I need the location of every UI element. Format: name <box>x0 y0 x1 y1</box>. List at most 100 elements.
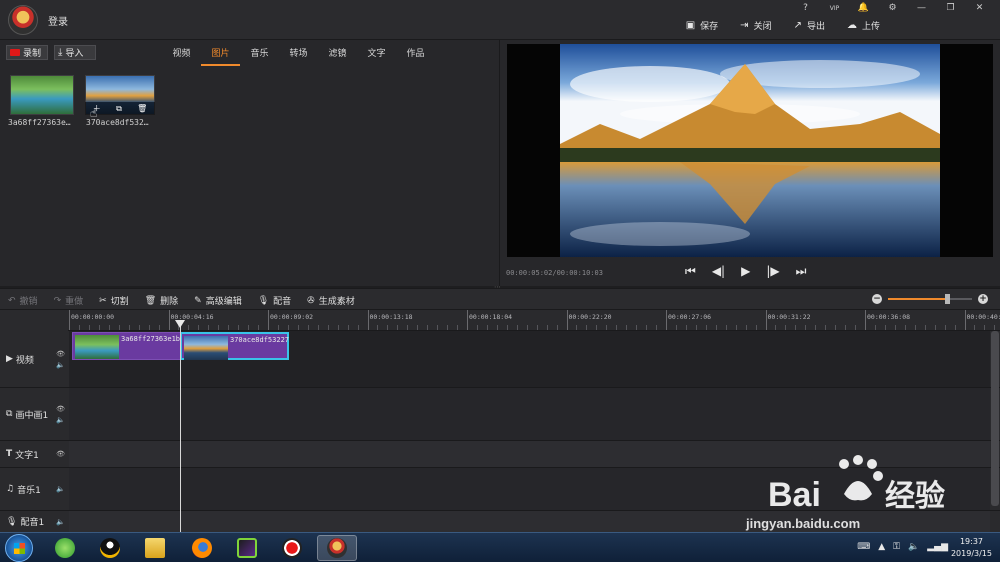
preview-screen <box>507 44 993 257</box>
help-icon[interactable]: ? <box>791 1 820 15</box>
taskbar-app-editor[interactable] <box>227 535 267 561</box>
timeline-clip[interactable]: 3a68ff27363e1b <box>72 332 184 360</box>
zoom-in-icon[interactable]: + <box>978 294 988 304</box>
speaker-icon[interactable]: 🔈 <box>56 518 65 526</box>
tab-transition[interactable]: 转场 <box>279 46 318 66</box>
taskbar-app-qq[interactable] <box>90 535 130 561</box>
tab-text[interactable]: 文字 <box>357 46 396 66</box>
skip-start-icon[interactable]: ⏮ <box>685 264 696 279</box>
track-lane[interactable] <box>69 441 990 467</box>
crop-icon[interactable]: ⧉ <box>116 104 122 114</box>
taskbar-app-explorer[interactable] <box>135 535 175 561</box>
ruler-minor-tick <box>258 325 260 330</box>
skip-end-icon[interactable]: ⏭ <box>796 264 807 279</box>
eye-icon[interactable]: 👁 <box>56 450 65 458</box>
export-button[interactable]: ↗ 导出 <box>794 19 825 32</box>
ruler-minor-tick <box>775 325 777 330</box>
microphone-icon: 🎙 <box>257 295 270 306</box>
track-video: ▶ 视频 👁 🔈 3a68ff27363e1b 370ace8df53227 <box>0 331 1000 388</box>
tray-expand-icon[interactable]: ▲ <box>878 542 885 552</box>
import-button[interactable]: ⤓ 导入 <box>54 45 96 60</box>
speaker-icon[interactable]: 🔈 <box>56 485 65 493</box>
zoom-slider-knob[interactable] <box>944 294 950 304</box>
ruler-tick-label: 00:00:09:02 <box>270 313 314 321</box>
undo-button[interactable]: ↶ 撤销 <box>8 294 38 308</box>
timeline-scrollbar[interactable] <box>991 331 999 506</box>
time-ruler[interactable]: 00:00:00:00 00:00:04:16 00:00:09:02 00:00:1… <box>68 310 1000 331</box>
maximize-icon[interactable]: ❐ <box>936 1 965 15</box>
close-icon[interactable]: ✕ <box>965 1 994 15</box>
clip-thumbnail <box>184 336 228 360</box>
taskbar-app-360[interactable] <box>45 535 85 561</box>
volume-icon[interactable]: 🔈 <box>908 542 919 552</box>
ruler-minor-tick <box>486 325 488 330</box>
track-lane[interactable] <box>69 468 990 510</box>
taskbar-app-video-editor[interactable] <box>317 535 357 561</box>
cut-button[interactable]: ✂ 切割 <box>99 294 129 308</box>
network-device-icon[interactable]: ⚿ <box>893 542 900 552</box>
timeline-clip-selected[interactable]: 370ace8df53227 <box>180 332 289 360</box>
minimize-icon[interactable]: — <box>907 1 936 15</box>
ruler-minor-tick <box>745 325 747 330</box>
track-lane[interactable] <box>69 388 990 440</box>
track-header: T 文字1 👁 <box>0 441 68 467</box>
upload-button[interactable]: ☁ 上传 <box>847 19 880 32</box>
tab-works[interactable]: 作品 <box>396 46 435 66</box>
ruler-minor-tick <box>904 325 906 330</box>
eye-icon[interactable]: 👁 <box>56 405 65 413</box>
export-label: 导出 <box>806 22 825 32</box>
delete-button[interactable]: 🗑 删除 <box>144 294 178 308</box>
trash-icon[interactable]: 🗑 <box>137 104 147 113</box>
tab-music[interactable]: 音乐 <box>240 46 279 66</box>
record-icon <box>282 538 302 558</box>
zoom-slider[interactable] <box>888 294 972 304</box>
close-project-button[interactable]: ⇥ 关闭 <box>740 19 771 32</box>
tab-image[interactable]: 图片 <box>201 46 240 66</box>
gear-icon[interactable]: ⚙ <box>878 1 907 15</box>
keyboard-icon[interactable]: ⌨ <box>857 542 870 552</box>
ruler-minor-tick <box>556 325 558 330</box>
ruler-minor-tick <box>536 325 538 330</box>
ruler-minor-tick <box>347 325 349 330</box>
speaker-icon[interactable]: 🔈 <box>56 361 65 369</box>
trash-icon: 🗑 <box>144 295 157 306</box>
ruler-major-tick <box>367 310 369 330</box>
ruler-minor-tick <box>118 325 120 330</box>
ruler-minor-tick <box>407 325 409 330</box>
tab-video[interactable]: 视频 <box>162 46 201 66</box>
advanced-edit-button[interactable]: ✎ 高级编辑 <box>194 294 242 308</box>
login-link[interactable]: 登录 <box>48 13 68 28</box>
ruler-minor-tick <box>685 325 687 330</box>
save-button[interactable]: ▣ 保存 <box>686 19 718 32</box>
play-icon[interactable]: ▶ <box>741 264 750 279</box>
signal-icon[interactable]: ▂▄▆ <box>927 542 948 552</box>
track-header: ♫ 音乐1 🔈 <box>0 468 68 510</box>
taskbar-app-recorder[interactable] <box>272 535 312 561</box>
ruler-minor-tick <box>238 325 240 330</box>
ruler-minor-tick <box>198 325 200 330</box>
window-controls: ? VIP 🔔 ⚙ — ❐ ✕ <box>791 1 994 15</box>
clip-name: 370ace8df53227 <box>230 336 290 344</box>
step-back-icon[interactable]: ◀| <box>712 264 725 279</box>
step-forward-icon[interactable]: |▶ <box>766 264 779 279</box>
playhead-line[interactable] <box>180 322 181 532</box>
record-button[interactable]: 录制 <box>6 45 48 60</box>
import-label: 导入 <box>65 49 84 59</box>
track-lane[interactable]: 3a68ff27363e1b 370ace8df53227 <box>69 331 990 387</box>
tab-filter[interactable]: 滤镜 <box>318 46 357 66</box>
vip-icon[interactable]: VIP <box>820 1 849 15</box>
start-button[interactable] <box>5 534 33 562</box>
system-clock[interactable]: 19:37 2019/3/15 <box>951 536 992 560</box>
media-thumbnail[interactable] <box>10 75 74 115</box>
taskbar-app-firefox[interactable] <box>182 535 222 561</box>
dub-button[interactable]: 🎙 配音 <box>257 294 291 308</box>
zoom-out-icon[interactable]: − <box>872 294 882 304</box>
track-toggles: 👁 <box>56 450 65 458</box>
bell-icon[interactable]: 🔔 <box>849 1 878 15</box>
track-header: ⧉ 画中画1 👁 🔈 <box>0 388 68 440</box>
generate-material-button[interactable]: ✇ 生成素材 <box>307 294 355 308</box>
eye-icon[interactable]: 👁 <box>56 350 65 358</box>
speaker-icon[interactable]: 🔈 <box>56 416 65 424</box>
redo-button[interactable]: ↷ 重做 <box>54 294 84 308</box>
playhead-handle[interactable] <box>175 320 185 328</box>
